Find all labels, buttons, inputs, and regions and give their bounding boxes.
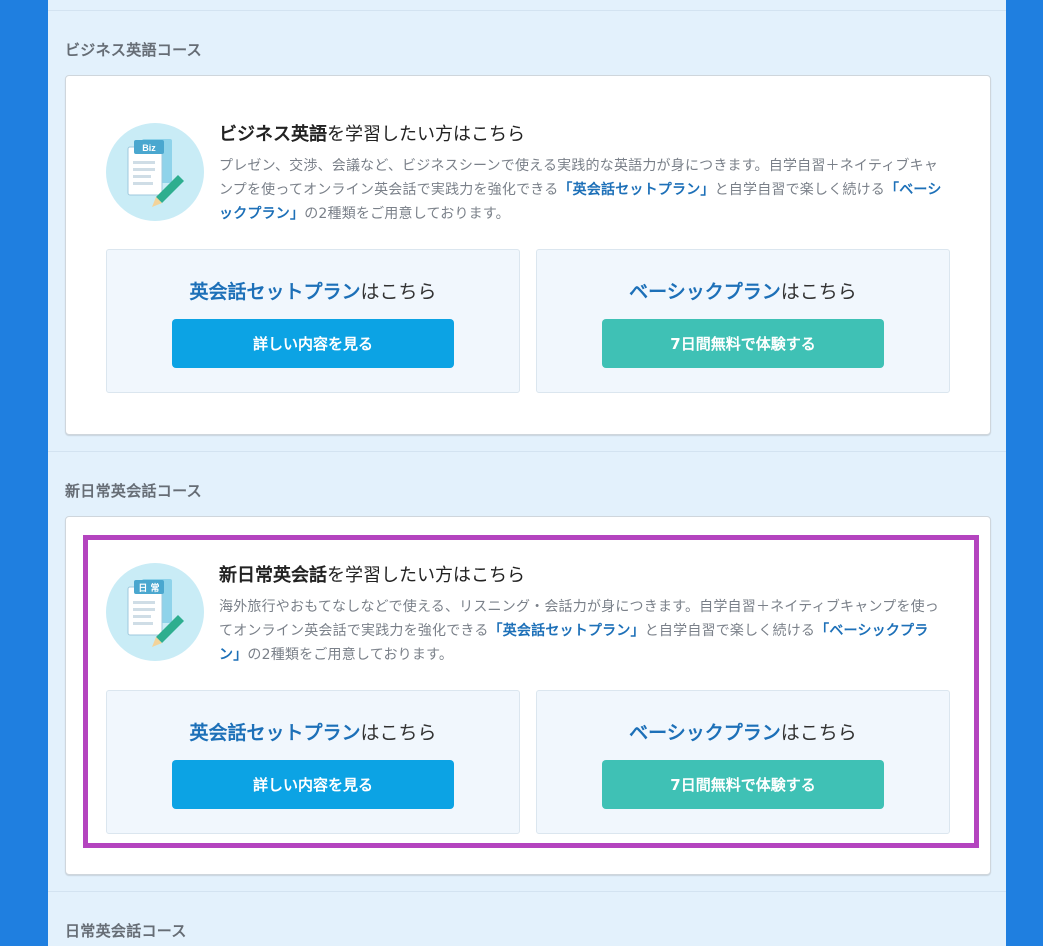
new-daily-course-card: 日 常 新日常英会話を学習したい方はこちら 海外旅行やおもてなしなどで使える、リ… bbox=[65, 516, 991, 875]
divider bbox=[48, 451, 1006, 452]
business-document-icon: Biz bbox=[106, 123, 204, 221]
free-trial-button[interactable]: 7日間無料で体験する bbox=[602, 319, 884, 368]
divider bbox=[48, 891, 1006, 892]
course-list: ビジネス英語コース Biz ビジネス英語を学習したい方はこちら プレゼン、交渉、… bbox=[48, 0, 1006, 946]
view-details-button[interactable]: 詳しい内容を見る bbox=[172, 319, 454, 368]
business-basic-plan: ベーシックプランはこちら 7日間無料で体験する bbox=[536, 249, 950, 393]
section-title-business: ビジネス英語コース bbox=[65, 41, 202, 59]
free-trial-button[interactable]: 7日間無料で体験する bbox=[602, 760, 884, 809]
plan-title: 英会話セットプランはこちら bbox=[189, 722, 437, 744]
new-daily-course-heading: 新日常英会話を学習したい方はこちら bbox=[219, 565, 525, 586]
business-course-description: プレゼン、交渉、会議など、ビジネスシーンで使える実践的な英語力が身につきます。自… bbox=[219, 158, 942, 222]
new-daily-conversation-set-plan: 英会話セットプランはこちら 詳しい内容を見る bbox=[106, 690, 520, 834]
icon-label: Biz bbox=[142, 143, 156, 153]
icon-label: 日 常 bbox=[138, 582, 159, 594]
view-details-button[interactable]: 詳しい内容を見る bbox=[172, 760, 454, 809]
business-conversation-set-plan: 英会話セットプランはこちら 詳しい内容を見る bbox=[106, 249, 520, 393]
new-daily-basic-plan: ベーシックプランはこちら 7日間無料で体験する bbox=[536, 690, 950, 834]
section-title-new-daily: 新日常英会話コース bbox=[65, 482, 202, 500]
section-title-daily: 日常英会話コース bbox=[65, 922, 187, 940]
business-course-heading: ビジネス英語を学習したい方はこちら bbox=[219, 124, 525, 145]
plan-title: ベーシックプランはこちら bbox=[629, 281, 857, 303]
divider bbox=[48, 10, 1006, 11]
daily-document-icon: 日 常 bbox=[106, 563, 204, 661]
plan-title: ベーシックプランはこちら bbox=[629, 722, 857, 744]
plan-title: 英会話セットプランはこちら bbox=[189, 281, 437, 303]
business-course-card: Biz ビジネス英語を学習したい方はこちら プレゼン、交渉、会議など、ビジネスシ… bbox=[65, 75, 991, 435]
new-daily-course-description: 海外旅行やおもてなしなどで使える、リスニング・会話力が身につきます。自学自習＋ネ… bbox=[219, 599, 939, 663]
